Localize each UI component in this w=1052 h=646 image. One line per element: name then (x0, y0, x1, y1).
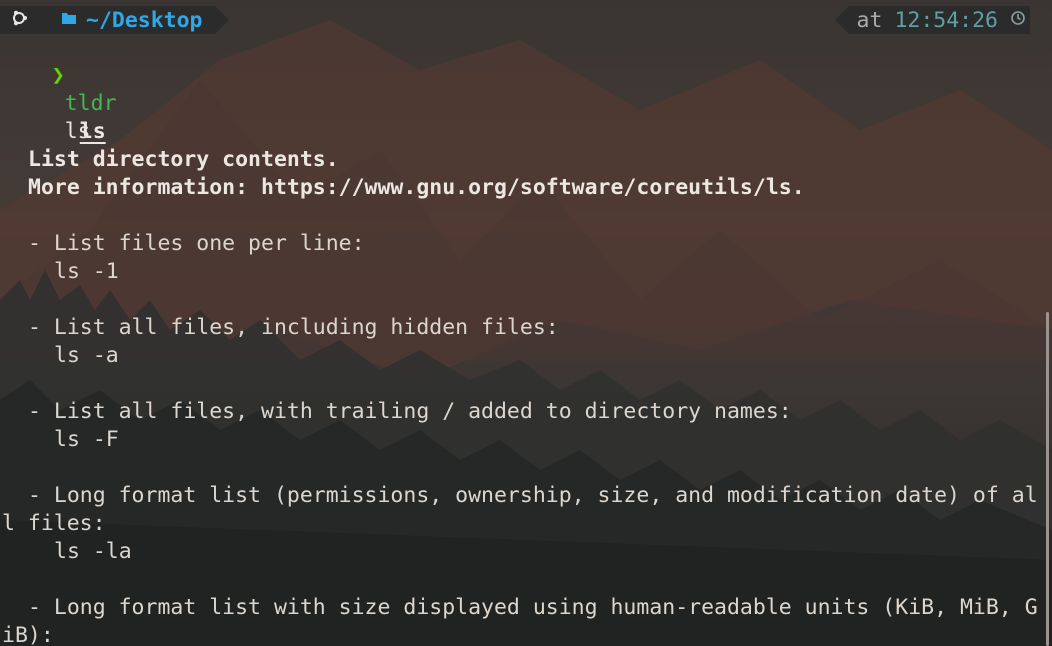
directory-segment: ~/Desktop (38, 6, 215, 34)
current-time: 12:54:26 (894, 7, 998, 33)
example-command: ls -a (54, 343, 119, 368)
example-command: ls -F (54, 427, 119, 452)
os-segment (0, 6, 38, 34)
current-path: ~/Desktop (86, 7, 203, 33)
example-description-wrap: iB): (2, 623, 54, 646)
example-description: - List files one per line: (28, 231, 365, 256)
example-description: - List all files, including hidden files… (28, 315, 559, 340)
time-prefix: at (856, 7, 883, 33)
page-title: ls (79, 119, 106, 144)
prompt-char: ❯ (51, 63, 65, 88)
example-command: ls -la (54, 539, 132, 564)
terminal-scrollbar[interactable] (1046, 312, 1049, 646)
example-description: - Long format list (permissions, ownersh… (28, 483, 1038, 508)
segment-end-arrow (214, 6, 229, 34)
terminal-window[interactable]: ~/Desktop at 12:54:26 ❯ tldr ls ls List … (0, 0, 1052, 646)
example-description: - Long format list with size displayed u… (28, 595, 1038, 620)
clock-icon (1010, 10, 1026, 31)
prompt-right-segment: at 12:54:26 (834, 6, 1030, 34)
page-more-info: More information: https://www.gnu.org/so… (28, 175, 805, 200)
folder-icon (62, 12, 76, 28)
segment-start-arrow (834, 6, 849, 34)
page-description: List directory contents. (28, 147, 339, 172)
example-command: ls -1 (54, 259, 119, 284)
time-segment: at 12:54:26 (848, 6, 1030, 34)
ubuntu-icon (10, 8, 28, 33)
example-description: - List all files, with trailing / added … (28, 399, 792, 424)
example-description-wrap: l files: (2, 511, 106, 536)
command-line[interactable]: ❯ tldr ls (0, 34, 117, 144)
prompt-left-segment: ~/Desktop (0, 6, 229, 34)
